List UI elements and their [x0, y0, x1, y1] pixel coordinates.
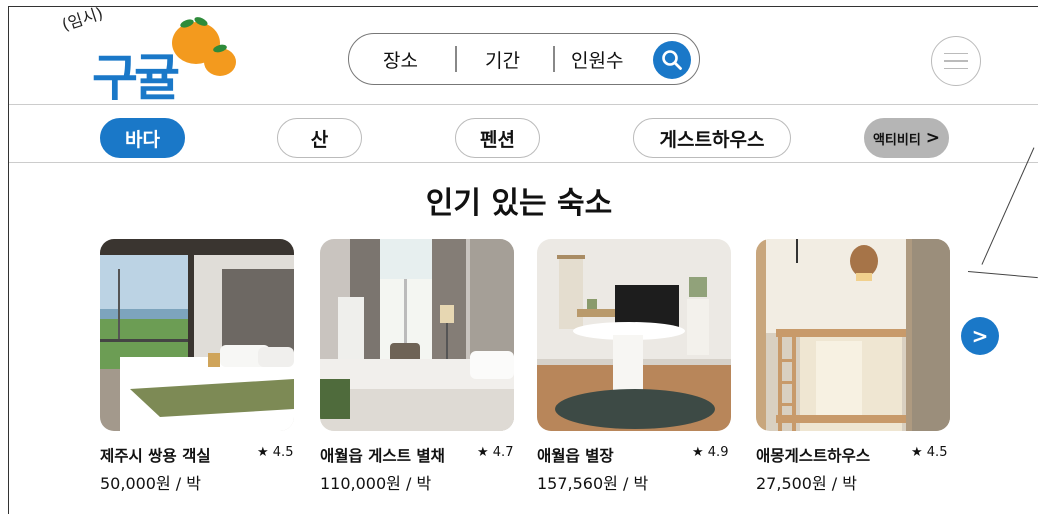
tab-activity-label: 액티비티 [872, 132, 921, 148]
search-bar[interactable]: 장소 기간 인원수 [348, 33, 700, 85]
listing-price-3: 157,560원 / 박 [537, 474, 649, 493]
listing-rating-2: ★ 4.7 [477, 445, 514, 460]
section-title: 인기 있는 숙소 [425, 186, 613, 221]
chevron-right-icon: > [925, 128, 941, 148]
tab-mountain[interactable]: 산 [277, 118, 362, 158]
logo-subtitle: (임시) [59, 3, 106, 35]
menu-button[interactable] [931, 36, 981, 86]
listing-rating-1: ★ 4.5 [257, 445, 294, 460]
search-place[interactable]: 장소 [383, 46, 418, 73]
tabs-divider [9, 162, 1038, 163]
listing-name-4[interactable]: 애몽게스트하우스 [756, 444, 870, 466]
tab-activity[interactable]: 액티비티 > [864, 118, 949, 158]
search-button[interactable] [653, 41, 691, 79]
listing-image-1[interactable] [100, 239, 294, 431]
search-divider [553, 46, 555, 72]
listing-price-4: 27,500원 / 박 [756, 474, 857, 493]
listing-image-3[interactable] [537, 239, 731, 431]
listing-price-1: 50,000원 / 박 [100, 474, 201, 493]
listing-image-4[interactable] [756, 239, 950, 431]
tab-pension[interactable]: 펜션 [455, 118, 540, 158]
search-period[interactable]: 기간 [485, 46, 520, 73]
hamburger-icon [944, 52, 968, 55]
search-divider [455, 46, 457, 72]
search-guests[interactable]: 인원수 [571, 46, 623, 73]
header: (임시) 구귤 장소 기간 인원수 [0, 0, 1038, 107]
tab-guesthouse[interactable]: 게스트하우스 [633, 118, 791, 158]
logo-text[interactable]: 구귤 [92, 38, 180, 110]
next-button[interactable]: > [961, 317, 999, 355]
header-divider [9, 104, 1038, 105]
listing-name-1[interactable]: 제주시 쌍용 객실 [100, 444, 211, 466]
listing-rating-3: ★ 4.9 [692, 445, 729, 460]
search-icon [662, 50, 682, 70]
listing-rating-4: ★ 4.5 [911, 445, 948, 460]
tab-sea[interactable]: 바다 [100, 118, 185, 158]
listing-name-3[interactable]: 애월읍 별장 [537, 444, 614, 466]
listing-image-2[interactable] [320, 239, 514, 431]
listing-name-2[interactable]: 애월읍 게스트 별채 [320, 444, 445, 466]
listing-price-2: 110,000원 / 박 [320, 474, 432, 493]
